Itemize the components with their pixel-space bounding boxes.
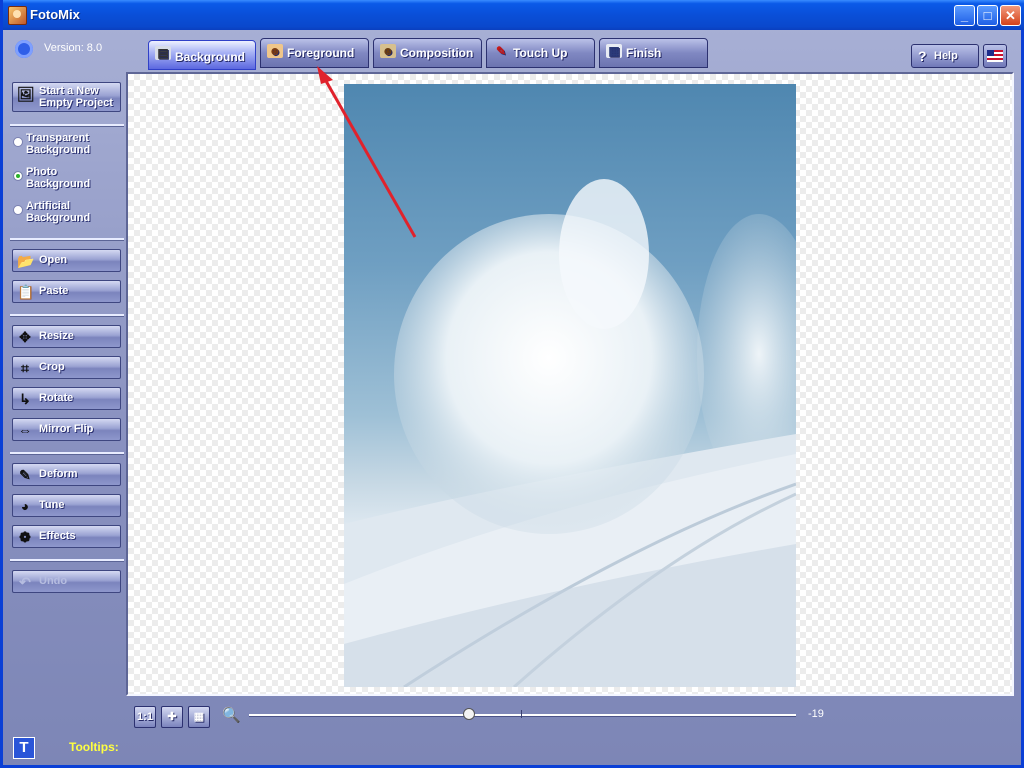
fotomix-app-icon [8, 6, 27, 25]
composition-tab-icon: ☻ [380, 44, 396, 58]
grid-icon: ▦ [193, 711, 205, 723]
help-button[interactable]: ? Help [911, 44, 979, 68]
window-title: FotoMix [30, 7, 80, 22]
radio-indicator-selected[interactable] [13, 171, 23, 181]
resize-button[interactable]: ✥ Resize [12, 325, 121, 348]
undo-icon: ↶ [19, 574, 31, 590]
zoom-value: -19 [808, 708, 824, 720]
tune-button[interactable]: ◕ Tune [12, 494, 121, 517]
background-tab-icon: ▤ [155, 46, 171, 60]
undo-button[interactable]: ↶ Undo [12, 570, 121, 593]
tooltips-toggle-button[interactable]: T [13, 737, 35, 759]
tab-finish[interactable]: ▦ Finish [599, 38, 708, 68]
tab-foreground[interactable]: ☻ Foreground [260, 38, 369, 68]
deform-icon: ✎ [19, 467, 31, 483]
zoom-slider[interactable] [249, 714, 796, 717]
divider [10, 452, 124, 455]
deform-button[interactable]: ✎ Deform [12, 463, 121, 486]
rotate-button[interactable]: ↳ Rotate [12, 387, 121, 410]
us-flag-icon [987, 50, 1003, 62]
minimize-button[interactable]: _ [954, 5, 975, 26]
open-folder-icon: 📂 [17, 253, 35, 269]
finish-tab-icon: ▦ [606, 44, 622, 58]
rotate-icon: ↳ [19, 391, 31, 407]
radio-indicator[interactable] [13, 137, 23, 147]
radio-indicator[interactable] [13, 205, 23, 215]
zoom-slider-center-tick [521, 710, 522, 718]
tab-touch-up[interactable]: ✎ Touch Up [486, 38, 595, 68]
tab-composition[interactable]: ☻ Composition [373, 38, 482, 68]
open-button[interactable]: 📂 Open [12, 249, 121, 272]
mirror-flip-icon: ⇔ [18, 422, 32, 438]
close-button[interactable]: ✕ [1000, 5, 1021, 26]
effects-icon: ❁ [19, 529, 31, 545]
grid-toggle-button[interactable]: ▦ [188, 706, 210, 728]
touch-up-tab-icon: ✎ [495, 44, 507, 58]
foreground-tab-icon: ☻ [267, 44, 283, 58]
image-canvas[interactable] [126, 72, 1014, 696]
start-new-project-button[interactable]: 🖼 Start a New Empty Project [12, 82, 121, 112]
maximize-button[interactable]: □ [977, 5, 998, 26]
crop-button[interactable]: ⌗ Crop [12, 356, 121, 379]
tab-background[interactable]: ▤ Background [148, 40, 256, 70]
paste-button[interactable]: 📋 Paste [12, 280, 121, 303]
actual-size-button[interactable]: 1:1 [134, 706, 156, 728]
zoom-slider-thumb[interactable] [463, 708, 476, 720]
language-button[interactable] [983, 44, 1007, 68]
crop-icon: ⌗ [21, 360, 29, 376]
fit-to-window-button[interactable]: ✚ [161, 706, 183, 728]
snowy-tree-photo-image [344, 179, 796, 687]
zoom-toolbar: 1:1 ✚ ▦ 🔍 -19 [126, 700, 1014, 728]
zoom-magnifier-icon: 🔍 [222, 707, 241, 724]
help-question-icon: ? [918, 48, 927, 64]
effects-button[interactable]: ❁ Effects [12, 525, 121, 548]
resize-move-icon: ✥ [19, 329, 31, 345]
divider [10, 238, 124, 241]
app-window: FotoMix _ □ ✕ Version: 8.0 🖼 Start a New… [0, 0, 1024, 768]
title-bar[interactable]: FotoMix _ □ ✕ [3, 0, 1024, 30]
divider [10, 559, 124, 562]
divider [10, 124, 124, 127]
version-label: Version: 8.0 [44, 42, 103, 54]
new-project-label-line1: Start a New [39, 85, 99, 97]
new-project-label-line2: Empty Project [39, 97, 113, 109]
fotomix-logo-icon [15, 40, 33, 58]
paste-icon: 📋 [17, 284, 35, 300]
divider [10, 314, 124, 317]
new-project-icon: 🖼 [17, 86, 35, 102]
tooltips-label: Tooltips: [69, 740, 119, 754]
fit-to-window-icon: ✚ [167, 711, 177, 723]
background-photo[interactable] [344, 84, 796, 687]
left-sidebar: Version: 8.0 🖼 Start a New Empty Project… [6, 30, 124, 768]
tune-icon: ◕ [20, 498, 30, 514]
mirror-flip-button[interactable]: ⇔ Mirror Flip [12, 418, 121, 441]
